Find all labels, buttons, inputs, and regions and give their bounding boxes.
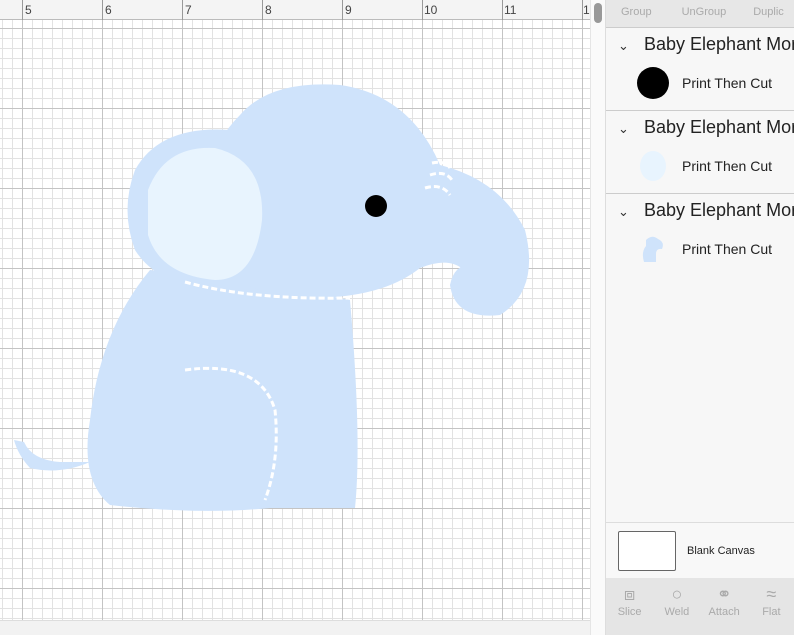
weld-icon: ○ — [671, 584, 683, 604]
layer-item[interactable]: Print Then Cut — [636, 232, 772, 266]
slice-button[interactable]: ⧈ Slice — [606, 578, 653, 635]
weld-button[interactable]: ○ Weld — [653, 578, 700, 635]
layer-item[interactable]: Print Then Cut — [636, 149, 772, 183]
group-button[interactable]: Group — [621, 0, 652, 27]
layer-thumbnail — [636, 66, 670, 100]
layer-group[interactable]: ⌄ Baby Elephant Mor Print Then Cut — [606, 111, 794, 194]
horizontal-scrollbar[interactable] — [0, 620, 603, 635]
blank-canvas-label: Blank Canvas — [687, 545, 755, 557]
layer-thumbnail — [636, 232, 670, 266]
elephant-body — [87, 270, 358, 511]
slice-icon: ⧈ — [623, 584, 636, 604]
layer-group[interactable]: ⌄ Baby Elephant Mor Print Then Cut — [606, 194, 794, 277]
duplicate-button[interactable]: Duplic — [753, 0, 784, 27]
layer-title: Baby Elephant Mor — [644, 34, 794, 54]
layer-operation: Print Then Cut — [682, 75, 773, 91]
layers-toolbar: Group UnGroup Duplic — [606, 0, 794, 28]
layer-title: Baby Elephant Mor — [644, 200, 794, 220]
layers-panel: Group UnGroup Duplic ⌄ Baby Elephant Mor … — [605, 0, 794, 635]
scrollbar-thumb[interactable] — [594, 3, 602, 23]
elephant-ear-inner — [148, 147, 263, 280]
layer-title: Baby Elephant Mor — [644, 117, 794, 137]
ungroup-button[interactable]: UnGroup — [682, 0, 727, 27]
design-canvas[interactable]: 5 6 7 8 9 10 11 1 — [0, 0, 590, 635]
attach-button[interactable]: ⚭ Attach — [701, 578, 748, 635]
bottom-toolbar: ⧈ Slice ○ Weld ⚭ Attach ≈ Flat — [606, 578, 794, 635]
attach-icon: ⚭ — [716, 584, 732, 604]
elephant-eye — [365, 195, 387, 217]
layer-operation: Print Then Cut — [682, 241, 773, 257]
baby-elephant-design[interactable] — [0, 0, 590, 620]
chevron-down-icon[interactable]: ⌄ — [618, 121, 634, 137]
flatten-button[interactable]: ≈ Flat — [748, 578, 794, 635]
chevron-down-icon[interactable]: ⌄ — [618, 38, 634, 54]
elephant-tail — [14, 440, 90, 471]
layer-operation: Print Then Cut — [682, 158, 773, 174]
chevron-down-icon[interactable]: ⌄ — [618, 204, 634, 220]
layer-item[interactable]: Print Then Cut — [636, 66, 772, 100]
blank-canvas-swatch[interactable] — [618, 531, 676, 571]
vertical-scrollbar[interactable] — [590, 0, 605, 635]
layer-group[interactable]: ⌄ Baby Elephant Mor Print Then Cut — [606, 28, 794, 111]
layer-thumbnail — [636, 149, 670, 183]
blank-canvas-row[interactable]: Blank Canvas — [606, 522, 794, 578]
flatten-icon: ≈ — [766, 584, 777, 604]
